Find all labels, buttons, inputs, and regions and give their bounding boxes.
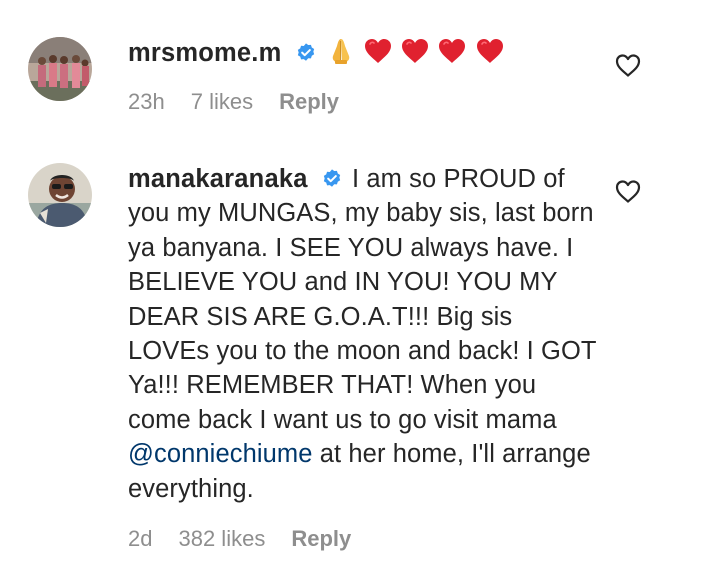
comment-2-likes[interactable]: 382 likes: [178, 526, 265, 551]
comment-1-reply-button[interactable]: Reply: [279, 89, 339, 114]
avatar-mrsmome[interactable]: [28, 37, 92, 101]
comment-1-text: mrsmome.m: [128, 36, 598, 70]
comment-2-body-text: I am so PROUD of you my MUNGAS, my baby …: [128, 165, 597, 434]
comment-1-likes[interactable]: 7 likes: [191, 89, 253, 114]
red-heart-icon: [402, 39, 429, 63]
red-heart-icon: [439, 39, 466, 63]
red-heart-icon: [365, 39, 392, 63]
avatar-manakaranaka[interactable]: [28, 163, 92, 227]
comment-2-text: manakaranaka I am so PROUD of you my MUN…: [128, 162, 598, 506]
verified-badge-icon: [323, 169, 340, 187]
heart-outline-icon[interactable]: [614, 52, 642, 78]
emoji-row: [326, 39, 505, 67]
comment-1-time[interactable]: 23h: [128, 89, 165, 114]
folded-hands-icon: [332, 39, 350, 64]
mention-link[interactable]: @conniechiume: [128, 440, 313, 468]
comment-2-meta: 2d 382 likes Reply: [128, 526, 377, 552]
comment-2-time[interactable]: 2d: [128, 526, 152, 551]
comment-1-meta: 23h 7 likes Reply: [128, 89, 365, 115]
verified-badge-icon: [297, 43, 314, 61]
heart-outline-icon[interactable]: [614, 178, 642, 204]
red-heart-icon: [476, 39, 503, 63]
comment-2-reply-button[interactable]: Reply: [291, 526, 351, 551]
comment-1-username[interactable]: mrsmome.m: [128, 39, 281, 67]
comment-2-username[interactable]: manakaranaka: [128, 165, 308, 193]
